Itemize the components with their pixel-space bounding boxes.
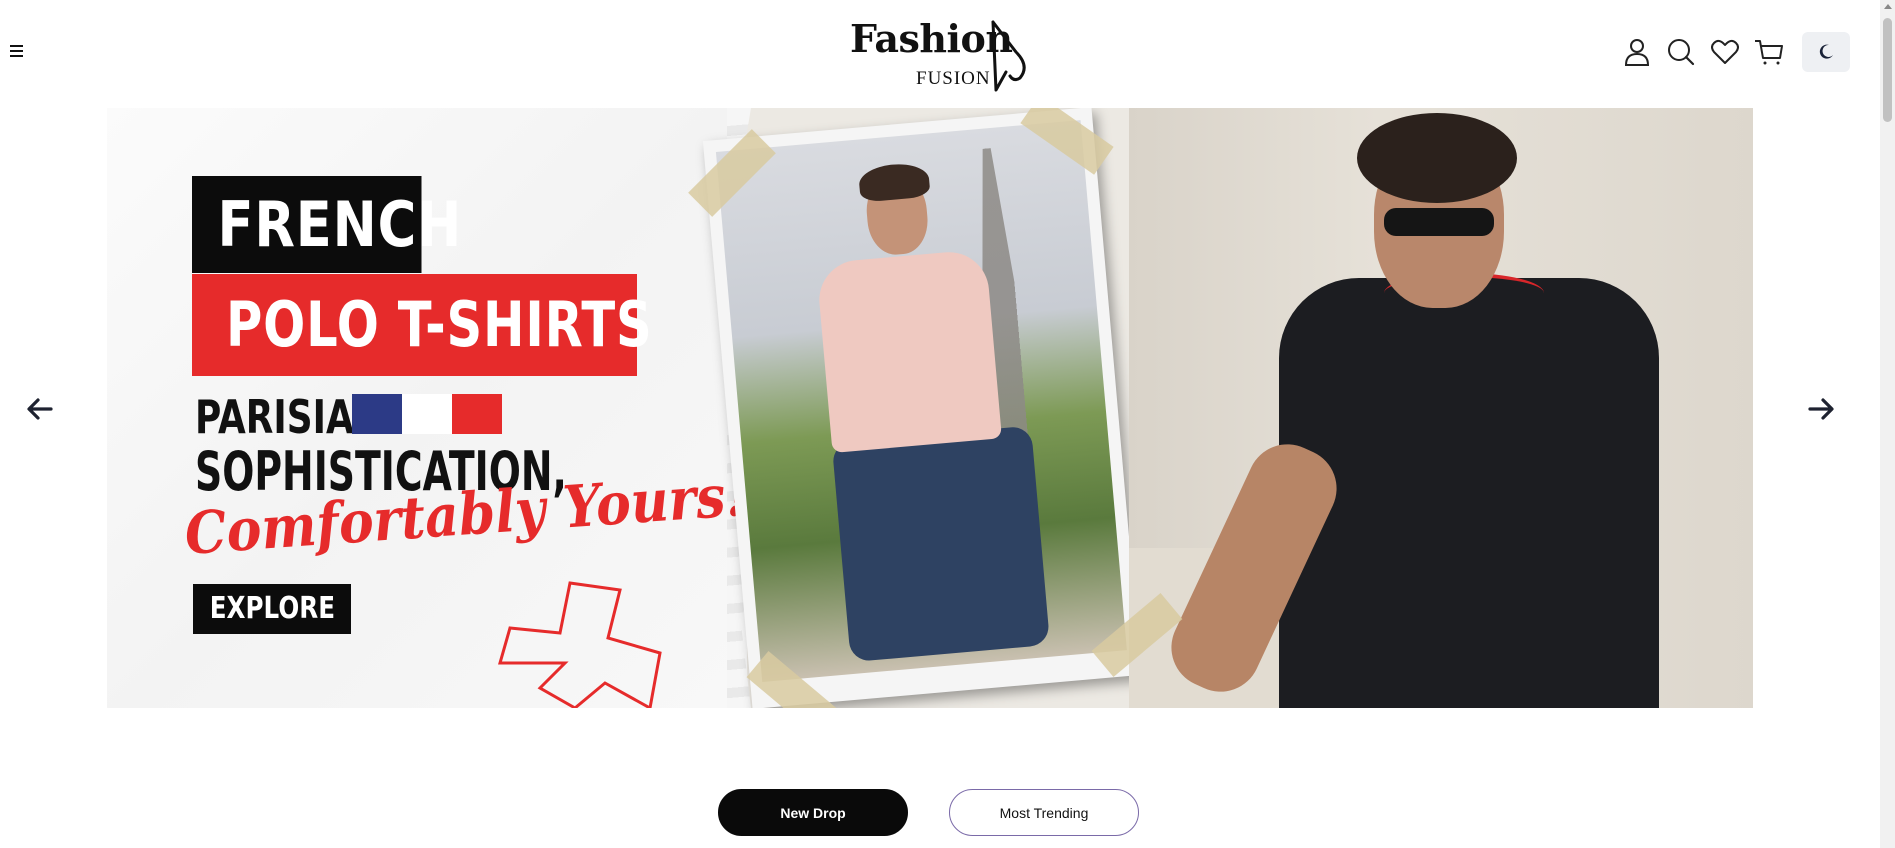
man1-jeans — [831, 425, 1051, 663]
star-outline-icon — [498, 581, 662, 708]
flag-red — [452, 394, 502, 434]
explore-button-label: EXPLORE — [209, 591, 335, 626]
man-black-polo-photo — [1129, 108, 1753, 708]
scrollbar-thumb[interactable] — [1883, 18, 1892, 122]
dark-mode-toggle[interactable] — [1802, 32, 1850, 72]
arrow-left-icon — [27, 398, 53, 420]
french-flag — [352, 394, 502, 434]
site-header: Fashion FUSION — [0, 0, 1880, 104]
explore-button[interactable]: EXPLORE — [193, 584, 351, 634]
user-icon[interactable] — [1622, 37, 1652, 67]
logo-sub: FUSION — [916, 68, 991, 89]
logo-brand: Fashion — [850, 16, 1013, 61]
hanger-icon — [991, 20, 1026, 92]
site-logo[interactable]: Fashion FUSION — [850, 14, 1035, 92]
cart-icon[interactable] — [1754, 37, 1784, 67]
man2-sunglasses — [1384, 208, 1494, 236]
tab-new-drop[interactable]: New Drop — [718, 789, 908, 836]
carousel-next-button[interactable] — [1806, 394, 1836, 424]
banner-title-line2-text: POLO T-SHIRTS — [226, 288, 653, 361]
menu-icon[interactable] — [10, 41, 30, 61]
search-icon[interactable] — [1666, 37, 1696, 67]
man-pink-polo-photo — [715, 120, 1127, 682]
hero-banner[interactable]: FRENCH POLO T-SHIRTS PARISIAN SOPHISTICA… — [107, 108, 1753, 708]
flag-blue — [352, 394, 402, 434]
header-actions — [1622, 32, 1850, 72]
banner-title-line1: FRENCH — [192, 176, 461, 273]
carousel-prev-button[interactable] — [25, 394, 55, 424]
tab-most-trending[interactable]: Most Trending — [949, 789, 1139, 836]
arrow-right-icon — [1808, 398, 1834, 420]
scroll-up-icon[interactable] — [1884, 4, 1892, 9]
banner-title-line2: POLO T-SHIRTS — [192, 274, 652, 376]
flag-white — [402, 394, 452, 434]
man2-hair — [1357, 113, 1517, 203]
product-tabs: New Drop Most Trending — [718, 789, 1139, 836]
page: Fashion FUSION FRENCH POLO T-SHIRTS PARI… — [0, 0, 1895, 848]
man1-shirt — [816, 248, 1002, 453]
moon-icon — [1819, 44, 1833, 59]
heart-icon[interactable] — [1710, 37, 1740, 67]
polaroid-photo — [702, 108, 1142, 708]
page-scrollbar[interactable] — [1880, 0, 1895, 848]
